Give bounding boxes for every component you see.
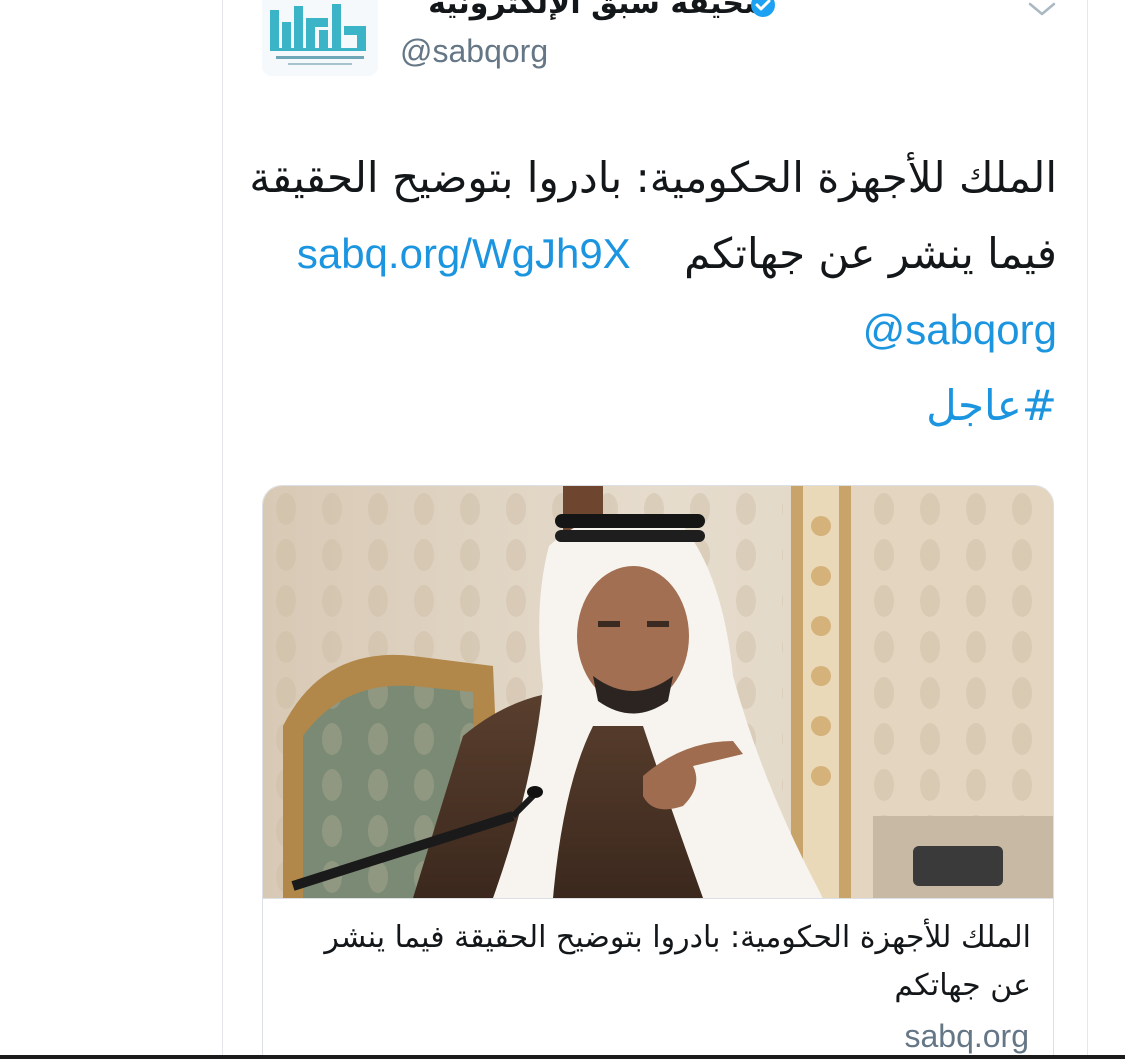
sabq-logo	[262, 0, 378, 76]
author-name[interactable]: صحيفة سبق الإلكترونية	[428, 0, 773, 21]
author-handle[interactable]: @sabqorg	[400, 33, 548, 70]
tweet-screenshot: صحيفة سبق الإلكترونية @sabqorg الملك للأ…	[0, 0, 1125, 1059]
timeline-left-border	[222, 0, 223, 1059]
tweet-text-fragment: فيما ينشر عن جهاتكم	[684, 229, 1057, 278]
bottom-edge	[0, 1055, 1125, 1059]
link-preview-card[interactable]: الملك للأجهزة الحكومية: بادروا بتوضيح ال…	[262, 485, 1054, 1059]
timeline-right-border	[1087, 0, 1088, 1059]
card-divider	[263, 898, 1053, 899]
tweet-link[interactable]: sabq.org/WgJh9X	[297, 230, 631, 277]
card-photo	[263, 486, 1053, 898]
tweet-text-line: فيما ينشر عن جهاتكم sabq.org/WgJh9X	[262, 216, 1057, 292]
tweet-text-line: #عاجل	[262, 368, 1057, 444]
tweet-text-line: @sabqorg	[262, 292, 1057, 368]
tweet-text-line: الملك للأجهزة الحكومية: بادروا بتوضيح ال…	[249, 153, 1057, 202]
card-image	[263, 486, 1053, 898]
mention-link[interactable]: @sabqorg	[863, 306, 1057, 353]
verified-badge-icon	[751, 0, 775, 17]
hashtag-link[interactable]: #عاجل	[926, 381, 1057, 430]
chevron-down-icon[interactable]	[1024, 0, 1060, 22]
avatar[interactable]	[262, 0, 378, 76]
tweet-text: الملك للأجهزة الحكومية: بادروا بتوضيح ال…	[249, 140, 1057, 444]
card-domain: sabq.org	[904, 1018, 1029, 1054]
card-title: الملك للأجهزة الحكومية: بادروا بتوضيح ال…	[324, 920, 1031, 1003]
